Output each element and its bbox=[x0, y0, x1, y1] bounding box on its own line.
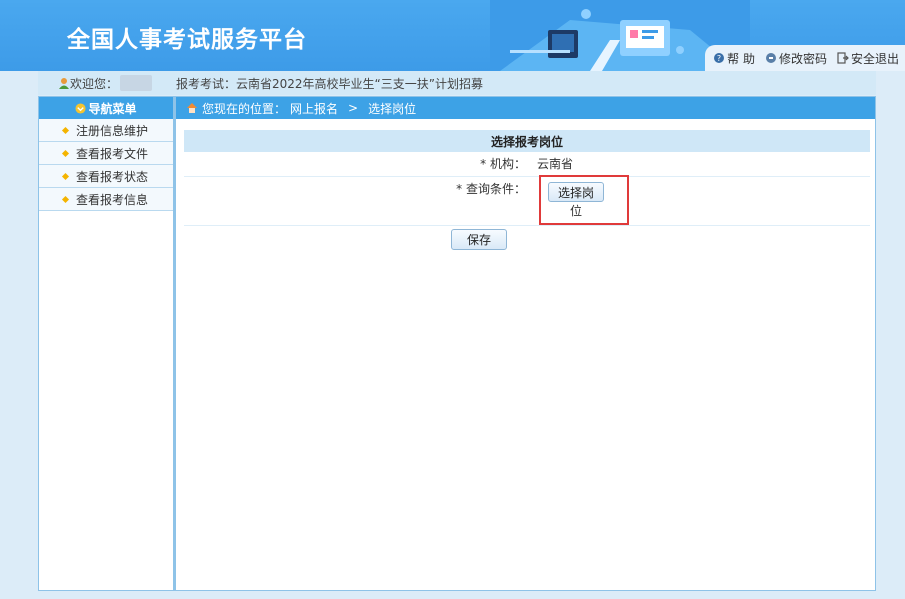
site-title: 全国人事考试服务平台 bbox=[67, 27, 307, 53]
sidebar-item-label: 查看报考状态 bbox=[76, 169, 149, 184]
select-position-panel: 选择报考岗位 * 机构： 云南省 * 查询条件： 选择岗 位 bbox=[184, 130, 870, 226]
change-password-link[interactable]: 修改密码 bbox=[765, 50, 827, 67]
help-icon: ? bbox=[714, 53, 725, 63]
change-password-label: 修改密码 bbox=[778, 51, 827, 66]
bullet-icon bbox=[61, 126, 70, 134]
query-label: * 查询条件： bbox=[456, 182, 526, 196]
panel-title: 选择报考岗位 bbox=[184, 130, 870, 152]
sidebar: 导航菜单 注册信息维护 查看报考文件 查看报考状态 查看报考信息 bbox=[38, 96, 174, 591]
home-icon bbox=[187, 103, 197, 113]
sidebar-item-exam-files[interactable]: 查看报考文件 bbox=[39, 142, 173, 165]
breadcrumb: 您现在的位置： 网上报名 > 选择岗位 bbox=[176, 97, 875, 119]
header-links: ? 帮 助 修改密码 安全退出 bbox=[705, 45, 905, 71]
breadcrumb-prefix: 您现在的位置： bbox=[202, 101, 287, 116]
select-position-button-overflow: 位 bbox=[569, 204, 582, 218]
query-row: * 查询条件： 选择岗 位 bbox=[184, 177, 870, 226]
welcome-label: 欢迎您： bbox=[70, 76, 119, 91]
breadcrumb-item-signup[interactable]: 网上报名 bbox=[290, 100, 338, 117]
bullet-icon bbox=[61, 172, 70, 180]
org-value: 云南省 bbox=[537, 157, 574, 171]
bullet-icon bbox=[61, 149, 70, 157]
breadcrumb-item-current: 选择岗位 bbox=[368, 101, 417, 116]
username-redacted bbox=[120, 75, 153, 91]
exam-name: 报考考试：云南省2022年高校毕业生“三支一扶”计划招募 bbox=[176, 76, 483, 91]
svg-text:?: ? bbox=[717, 54, 721, 63]
sidebar-item-label: 查看报考文件 bbox=[76, 146, 149, 161]
help-label: 帮 助 bbox=[727, 51, 755, 66]
sidebar-item-label: 查看报考信息 bbox=[76, 192, 149, 207]
user-icon bbox=[59, 78, 69, 89]
breadcrumb-separator: > bbox=[348, 101, 359, 115]
logout-label: 安全退出 bbox=[850, 51, 899, 66]
org-label: * 机构： bbox=[480, 157, 526, 171]
exit-icon bbox=[837, 52, 849, 64]
sidebar-item-register-info[interactable]: 注册信息维护 bbox=[39, 119, 173, 142]
sidebar-item-exam-info[interactable]: 查看报考信息 bbox=[39, 188, 173, 211]
pick-position-cell: 选择岗 位 bbox=[536, 177, 604, 225]
key-icon bbox=[765, 53, 776, 63]
help-link[interactable]: ? 帮 助 bbox=[713, 50, 755, 67]
bullet-icon bbox=[61, 195, 70, 203]
welcome-bar: 欢迎您： 报考考试：云南省2022年高校毕业生“三支一扶”计划招募 bbox=[38, 71, 876, 95]
sidebar-item-label: 注册信息维护 bbox=[76, 123, 149, 138]
sidebar-title: 导航菜单 bbox=[88, 101, 137, 116]
chevron-down-icon bbox=[75, 102, 87, 114]
page-header: 全国人事考试服务平台 ? 帮 助 修改密码 安全退出 bbox=[0, 0, 905, 71]
org-row: * 机构： 云南省 bbox=[184, 152, 870, 177]
save-button[interactable]: 保存 bbox=[451, 229, 507, 250]
main-content: 您现在的位置： 网上报名 > 选择岗位 选择报考岗位 * 机构： 云南省 * 查… bbox=[174, 96, 876, 591]
select-position-button[interactable]: 选择岗 bbox=[548, 182, 604, 202]
logout-link[interactable]: 安全退出 bbox=[837, 50, 899, 67]
sidebar-header: 导航菜单 bbox=[39, 97, 173, 119]
sidebar-item-exam-status[interactable]: 查看报考状态 bbox=[39, 165, 173, 188]
